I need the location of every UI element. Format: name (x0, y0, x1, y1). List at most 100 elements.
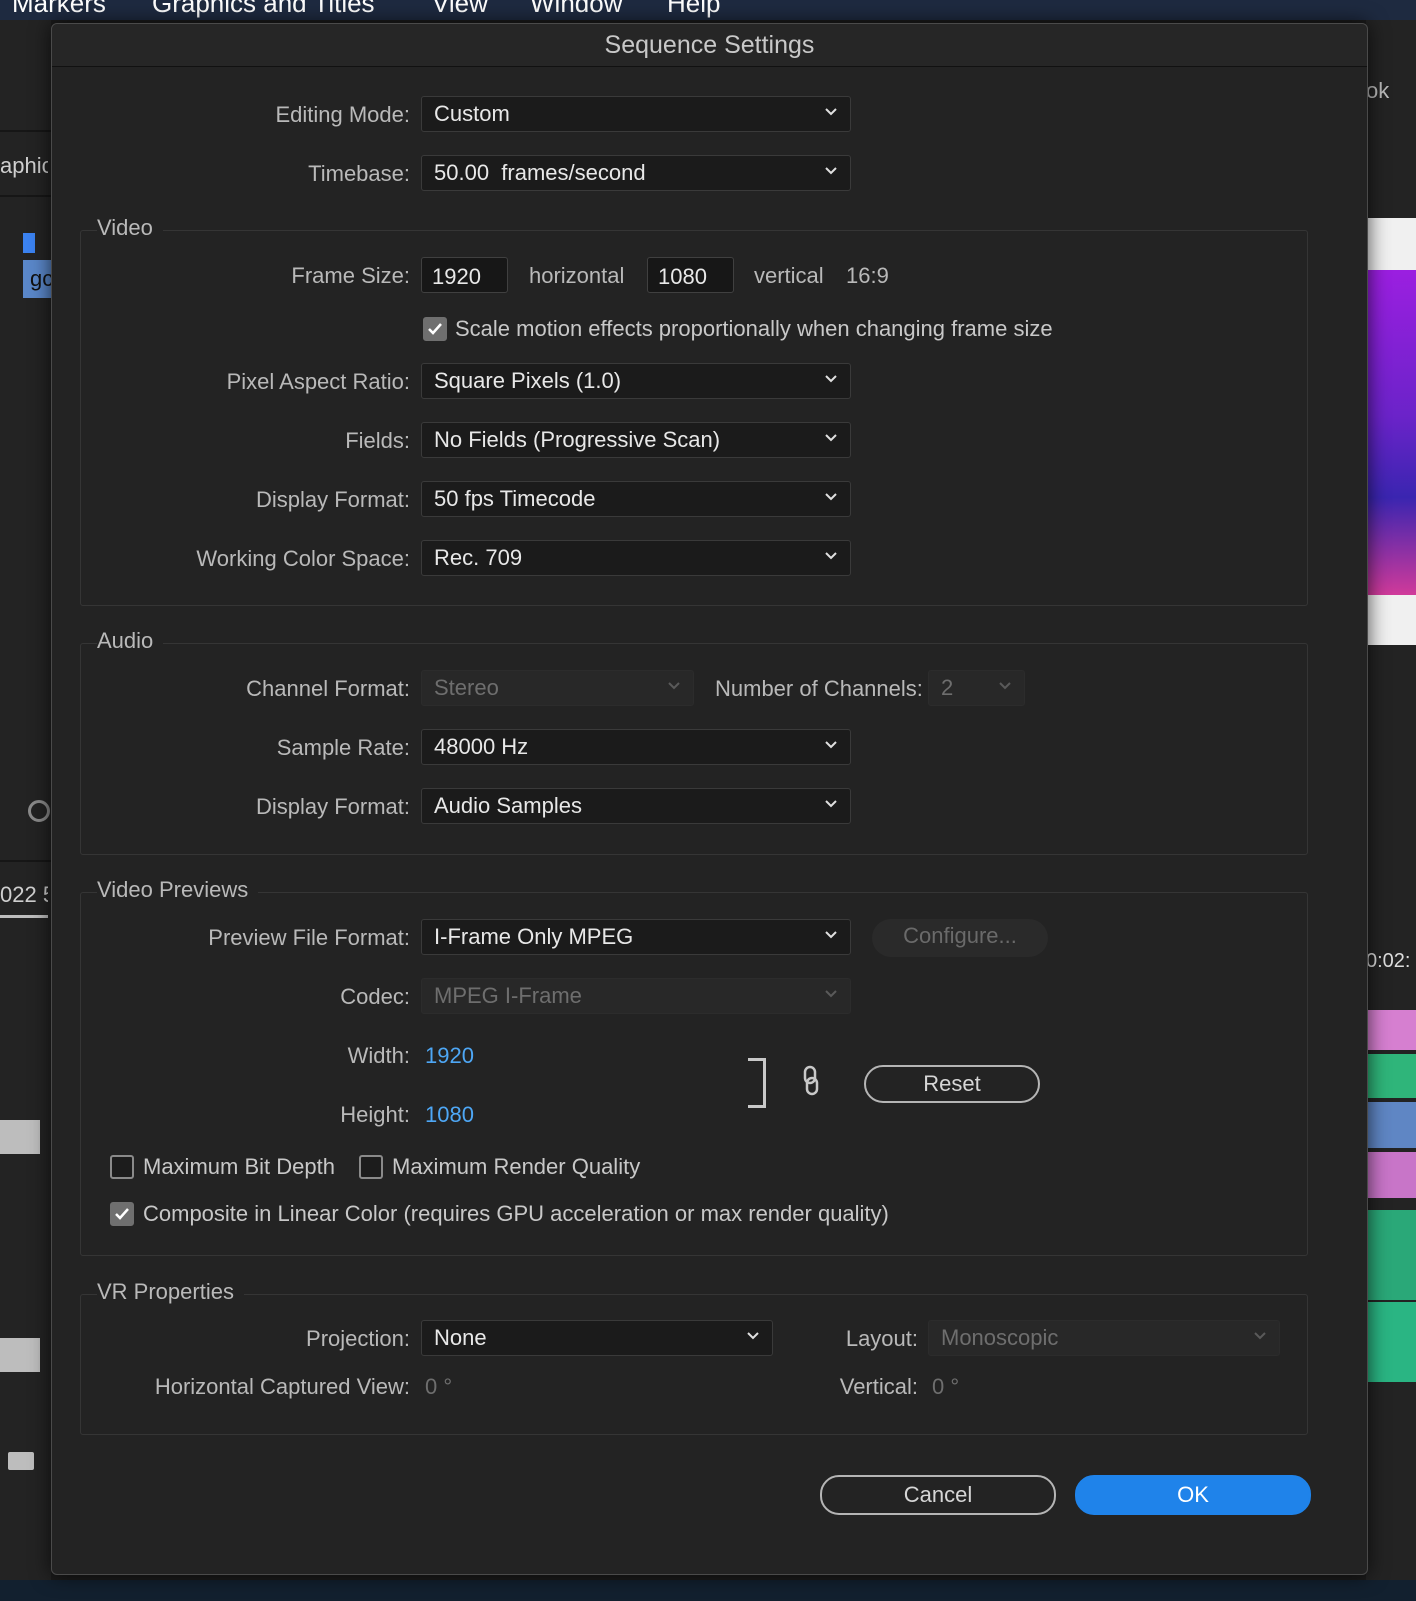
audio-display-format-label: Display Format: (255, 794, 410, 819)
fields-dropdown[interactable]: No Fields (Progressive Scan) (421, 422, 851, 458)
sample-rate-value: 48000 Hz (434, 734, 529, 759)
layout-label: Layout: (845, 1326, 918, 1351)
scale-motion-label: Scale motion effects proportionally when… (455, 316, 1053, 341)
chevron-down-icon (1254, 1332, 1266, 1340)
fields-value: No Fields (Progressive Scan) (434, 427, 721, 452)
composite-linear-checkbox[interactable] (110, 1202, 134, 1226)
panel-swatch (0, 1338, 40, 1372)
timecode-text: 022 5 (0, 882, 48, 907)
chevron-down-icon (825, 552, 837, 560)
menu-markers[interactable]: Markers (12, 0, 106, 19)
layout-value: Monoscopic (941, 1325, 1059, 1350)
program-monitor-image (1366, 270, 1416, 595)
chevron-down-icon (825, 990, 837, 998)
chain-link-icon[interactable] (800, 1064, 822, 1098)
projection-label: Projection: (306, 1326, 410, 1351)
circle-icon (28, 800, 50, 822)
background-right-panel: ok 0:02: (1366, 20, 1416, 1580)
timebase-label: Timebase: (308, 161, 410, 186)
timeline-clip (1366, 1054, 1416, 1098)
color-space-label: Working Color Space: (196, 546, 410, 571)
timeline-clip (1366, 1010, 1416, 1050)
timeline-clip (1366, 1102, 1416, 1148)
program-monitor-frame (1366, 218, 1416, 270)
channel-format-dropdown[interactable]: Stereo (421, 670, 694, 706)
horizontal-captured-view-label: Horizontal Captured View: (154, 1374, 410, 1399)
codec-value: MPEG I-Frame (434, 983, 582, 1008)
video-display-format-dropdown[interactable]: 50 fps Timecode (421, 481, 851, 517)
editing-mode-dropdown[interactable]: Custom (421, 96, 851, 132)
chevron-down-icon (825, 108, 837, 116)
sample-rate-dropdown[interactable]: 48000 Hz (421, 729, 851, 765)
menu-help[interactable]: Help (667, 0, 720, 19)
audio-section-title: Audio (97, 628, 164, 654)
projection-dropdown[interactable]: None (421, 1320, 773, 1356)
max-bit-depth-checkbox[interactable] (110, 1155, 134, 1179)
chevron-down-icon (999, 682, 1011, 690)
layout-dropdown[interactable]: Monoscopic (928, 1320, 1280, 1356)
background-bottom-bar (0, 1580, 1416, 1601)
pixel-aspect-dropdown[interactable]: Square Pixels (1.0) (421, 363, 851, 399)
chevron-down-icon (825, 375, 837, 383)
num-channels-value: 2 (941, 675, 954, 700)
menu-window[interactable]: Window (530, 0, 622, 19)
menu-graphics-and-titles[interactable]: Graphics and Titles (152, 0, 375, 19)
timeline-clip (1366, 1152, 1416, 1198)
frame-width-input[interactable]: 1920 (421, 257, 508, 293)
vertical-view-label: Vertical: (839, 1374, 918, 1399)
frame-size-label: Frame Size: (291, 263, 410, 288)
configure-button[interactable]: Configure... (872, 919, 1048, 957)
vertical-view-value[interactable]: 0 ° (932, 1374, 959, 1400)
chevron-down-icon (825, 741, 837, 749)
reset-button[interactable]: Reset (864, 1065, 1040, 1103)
audio-clip (1366, 1302, 1416, 1382)
background-left-panel: aphic gc 022 5 (0, 20, 53, 1580)
menu-view[interactable]: View (432, 0, 488, 19)
chevron-down-icon (825, 800, 837, 808)
num-channels-label: Number of Channels: (715, 676, 923, 701)
codec-label: Codec: (340, 984, 410, 1009)
preview-height-value[interactable]: 1080 (425, 1102, 474, 1128)
codec-dropdown[interactable]: MPEG I-Frame (421, 978, 851, 1014)
chevron-down-icon (825, 493, 837, 501)
video-display-format-label: Display Format: (255, 487, 410, 512)
folder-icon (8, 1452, 34, 1470)
audio-display-format-dropdown[interactable]: Audio Samples (421, 788, 851, 824)
horizontal-captured-view-value[interactable]: 0 ° (425, 1374, 452, 1400)
timebase-dropdown[interactable]: 50.00 frames/second (421, 155, 851, 191)
preview-file-format-label: Preview File Format: (208, 925, 410, 950)
preview-width-label: Width: (347, 1043, 410, 1068)
panel-text: ok (1366, 78, 1390, 103)
video-previews-section-title: Video Previews (97, 877, 259, 903)
preview-file-format-value: I-Frame Only MPEG (434, 924, 634, 949)
preview-file-format-dropdown[interactable]: I-Frame Only MPEG (421, 919, 851, 955)
cancel-button[interactable]: Cancel (820, 1475, 1056, 1515)
scale-motion-checkbox[interactable] (423, 317, 447, 341)
dialog-title: Sequence Settings (52, 24, 1367, 67)
pixel-aspect-value: Square Pixels (1.0) (434, 368, 622, 393)
sample-rate-label: Sample Rate: (276, 735, 410, 760)
clip-thumb: gc (23, 260, 53, 298)
checkmark-icon (428, 323, 442, 335)
num-channels-dropdown[interactable]: 2 (928, 670, 1025, 706)
max-render-quality-checkbox[interactable] (359, 1155, 383, 1179)
preview-width-value[interactable]: 1920 (425, 1043, 474, 1069)
playhead-marker (23, 233, 35, 253)
audio-display-format-value: Audio Samples (434, 793, 582, 818)
audio-clip (1366, 1210, 1416, 1300)
timebase-value: 50.00 frames/second (434, 160, 646, 185)
vr-properties-section-title: VR Properties (97, 1279, 244, 1305)
max-render-quality-label: Maximum Render Quality (392, 1154, 641, 1179)
color-space-dropdown[interactable]: Rec. 709 (421, 540, 851, 576)
preview-height-label: Height: (340, 1102, 410, 1127)
link-bracket (748, 1058, 766, 1108)
vr-properties-group (80, 1294, 1308, 1435)
channel-format-value: Stereo (434, 675, 499, 700)
channel-format-label: Channel Format: (246, 676, 410, 701)
chevron-down-icon (825, 931, 837, 939)
editing-mode-value: Custom (434, 101, 510, 126)
ok-button[interactable]: OK (1075, 1475, 1311, 1515)
frame-height-input[interactable]: 1080 (647, 257, 734, 293)
chevron-down-icon (747, 1332, 759, 1340)
vertical-label: vertical (754, 263, 824, 288)
